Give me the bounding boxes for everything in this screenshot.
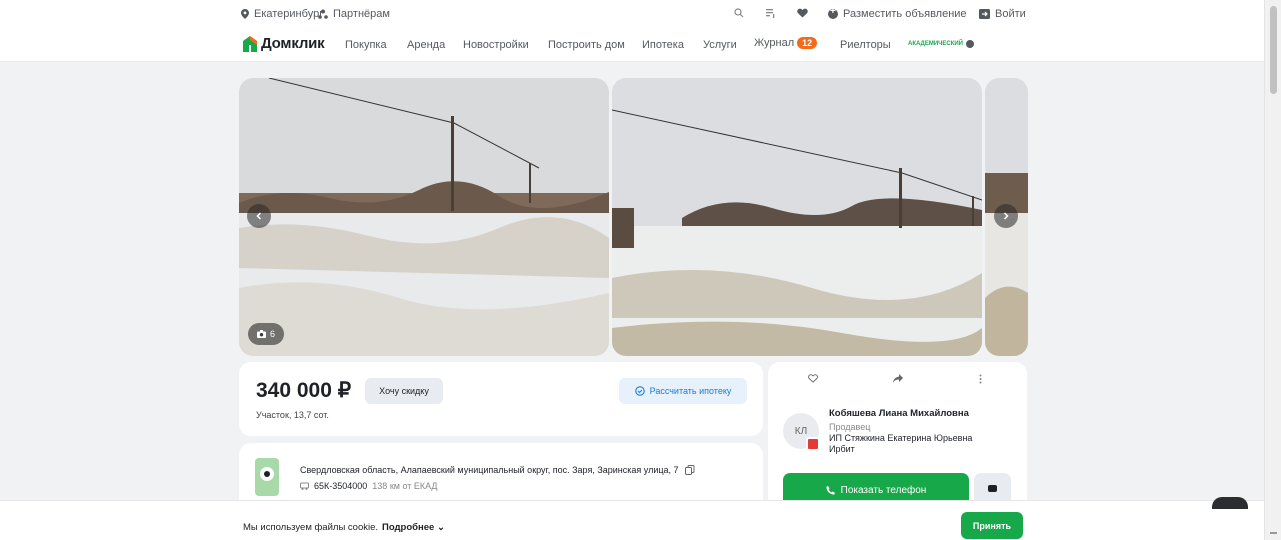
nav-link-new-buildings[interactable]: Новостройки <box>463 39 529 51</box>
city-label: Екатеринбург <box>254 8 324 20</box>
page-scrollbar[interactable] <box>1264 0 1281 540</box>
nav-link-mortgage[interactable]: Ипотека <box>642 39 684 51</box>
logo-text: Домклик <box>261 35 325 52</box>
login-label: Войти <box>995 8 1026 20</box>
calculate-mortgage-button[interactable]: Рассчитать ипотеку <box>619 378 747 404</box>
plot-area: Участок, 13,7 сот. <box>256 410 329 420</box>
scrollbar-thumb[interactable] <box>1270 6 1277 94</box>
location-pin-icon <box>241 9 249 19</box>
journal-count-badge: 12 <box>797 37 818 49</box>
main-nav: Домклик Покупка Аренда Новостройки Постр… <box>0 28 1264 62</box>
favorite-button[interactable] <box>808 374 818 386</box>
favorites-button[interactable] <box>797 8 808 18</box>
cookie-banner: Мы используем файлы cookie. Подробнее ⌄ … <box>0 500 1264 540</box>
address-line: Свердловская область, Алапаевский муници… <box>300 465 695 475</box>
show-phone-label: Показать телефон <box>840 484 927 496</box>
nav-link-rent[interactable]: Аренда <box>407 39 445 51</box>
academy-link[interactable]: АКАДЕМИЧЕСКИЙ <box>908 40 974 48</box>
nav-link-services[interactable]: Услуги <box>703 39 737 51</box>
photo-count-badge[interactable]: 6 <box>248 323 284 345</box>
chevron-down-icon: ⌄ <box>436 522 445 533</box>
domclick-logo-icon <box>243 35 257 52</box>
partners-link[interactable]: Партнёрам <box>318 8 390 20</box>
photo-count: 6 <box>269 329 275 339</box>
nav-link-buy[interactable]: Покупка <box>345 39 387 51</box>
cookie-text-line: Мы используем файлы cookie. Подробнее ⌄ <box>243 522 445 533</box>
scroll-down-arrow-icon[interactable] <box>1270 532 1277 534</box>
check-circle-icon <box>634 386 645 396</box>
compare-button[interactable] <box>766 8 776 18</box>
cookie-more-label: Подробнее <box>382 522 435 533</box>
seller-card: КЛ Кобяшева Лиана Михайловна Продавец ИП… <box>768 362 1027 513</box>
gallery-next-button[interactable] <box>994 204 1018 228</box>
post-ad-label: Разместить объявление <box>843 8 967 20</box>
search-icon <box>734 8 744 18</box>
chevron-left-icon <box>256 212 262 220</box>
journal-label: Журнал <box>754 37 795 49</box>
post-ad-link[interactable]: Разместить объявление <box>828 6 967 20</box>
phone-icon <box>826 485 835 495</box>
gallery-prev-button[interactable] <box>247 204 271 228</box>
nav-link-journal[interactable]: Журнал 12 <box>754 37 818 49</box>
camera-icon <box>256 330 266 338</box>
accept-cookies-button[interactable]: Принять <box>961 512 1023 539</box>
partners-icon <box>318 9 328 19</box>
nav-link-build-house[interactable]: Построить дом <box>548 39 625 51</box>
help-chat-button[interactable] <box>1212 497 1248 509</box>
academy-label: АКАДЕМИЧЕСКИЙ <box>908 41 963 47</box>
info-icon <box>965 40 974 48</box>
map-pin-icon <box>260 467 274 481</box>
search-button[interactable] <box>734 8 744 18</box>
chevron-right-icon <box>1003 212 1009 220</box>
more-vertical-icon <box>979 374 982 384</box>
login-link[interactable]: Войти <box>979 8 1026 20</box>
seller-name[interactable]: Кобяшева Лиана Михайловна <box>829 408 969 419</box>
road-name: 65К-3504000 <box>314 481 368 491</box>
photo-snowy-field-2 <box>612 78 982 356</box>
gallery-photo-1[interactable] <box>239 78 609 356</box>
top-utility-bar: Екатеринбург Партнёрам Разместить объявл… <box>0 0 1264 28</box>
gallery-photo-2[interactable] <box>612 78 982 356</box>
seller-city: Ирбит <box>829 444 855 454</box>
road-line: 65К-3504000 138 км от ЕКАД <box>300 481 438 491</box>
address-text: Свердловская область, Алапаевский муници… <box>300 465 679 475</box>
seller-org: ИП Стяжкина Екатерина Юрьевна <box>829 433 973 443</box>
share-icon <box>893 374 903 383</box>
partners-label: Партнёрам <box>333 8 390 20</box>
cookie-message: Мы используем файлы cookie. <box>243 522 379 533</box>
want-discount-button[interactable]: Хочу скидку <box>365 378 443 404</box>
logo[interactable]: Домклик <box>243 35 325 52</box>
share-button[interactable] <box>893 374 903 386</box>
distance: 138 км от ЕКАД <box>372 481 438 491</box>
nav-link-realtors[interactable]: Риелторы <box>840 39 891 51</box>
price-card: 340 000 ₽ Хочу скидку Рассчитать ипотеку… <box>239 362 763 436</box>
car-icon <box>300 482 309 490</box>
price: 340 000 ₽ <box>256 379 352 402</box>
agency-badge-icon <box>806 437 820 451</box>
compare-icon <box>766 9 775 18</box>
plus-circle-icon <box>828 6 838 19</box>
city-selector[interactable]: Екатеринбург <box>241 8 323 20</box>
cookie-more-link[interactable]: Подробнее ⌄ <box>382 522 445 533</box>
map-thumbnail[interactable] <box>255 458 279 496</box>
heart-outline-icon <box>808 374 818 383</box>
login-icon <box>979 9 990 19</box>
photo-snowy-field-1 <box>239 78 609 356</box>
mortgage-label: Рассчитать ипотеку <box>649 386 732 396</box>
more-options-button[interactable] <box>979 374 982 387</box>
copy-icon[interactable] <box>684 465 695 475</box>
seller-role: Продавец <box>829 422 871 432</box>
heart-icon <box>797 8 808 18</box>
